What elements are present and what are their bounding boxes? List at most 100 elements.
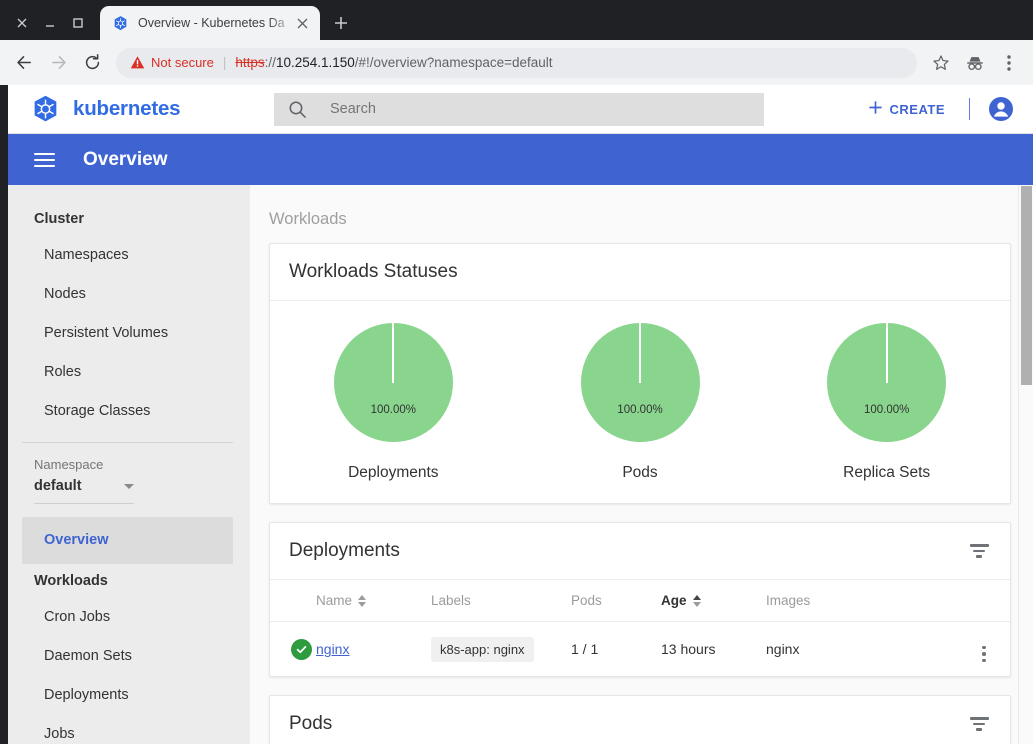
- pie-chart-pods[interactable]: 100.00% Pods: [517, 323, 764, 482]
- new-tab-button[interactable]: [326, 8, 356, 38]
- workloads-statuses-card-header: Workloads Statuses: [270, 244, 1010, 301]
- table-header: Name Labels Pods Age Images: [270, 580, 1010, 622]
- th-labels-label: Labels: [431, 593, 471, 608]
- status-ok-icon: [291, 638, 312, 660]
- th-menu: [958, 580, 1010, 622]
- sidebar-item-persistent-volumes[interactable]: Persistent Volumes: [8, 314, 250, 353]
- namespace-select[interactable]: default: [34, 478, 134, 505]
- th-pods: Pods: [571, 580, 661, 622]
- chevron-down-icon: [124, 483, 134, 489]
- pie-graphic: 100.00%: [580, 323, 700, 442]
- page-viewport: kubernetes CREATE: [8, 85, 1033, 744]
- search-input[interactable]: [330, 101, 750, 117]
- browser-toolbar: Not secure | https://10.254.1.150/#!/ove…: [0, 40, 1033, 85]
- sidebar-item-deployments[interactable]: Deployments: [8, 676, 250, 715]
- deployments-table: Name Labels Pods Age Images nginx k8s-ap…: [270, 580, 1010, 676]
- cell-pods: 1 / 1: [571, 641, 599, 657]
- workloads-statuses-charts: 100.00% Deployments 100.00% Pods 100.00%…: [270, 301, 1010, 503]
- cell-age: 13 hours: [661, 641, 716, 657]
- namespace-label: Namespace: [34, 457, 104, 473]
- sidebar-item-storage-classes[interactable]: Storage Classes: [8, 392, 250, 431]
- window-close-button[interactable]: [8, 8, 36, 38]
- sidebar-group-workloads: Workloads: [34, 573, 108, 590]
- th-age-label: Age: [661, 593, 687, 608]
- pie-chart-replica-sets[interactable]: 100.00% Replica Sets: [763, 323, 1010, 482]
- pods-card: Pods: [269, 695, 1011, 744]
- tab-close-icon[interactable]: [292, 13, 312, 33]
- pie-title: Replica Sets: [843, 464, 931, 481]
- star-icon[interactable]: [925, 47, 957, 79]
- sidebar-item-daemon-sets[interactable]: Daemon Sets: [8, 637, 250, 676]
- cell-labels: k8s-app: nginx: [431, 622, 571, 677]
- url-path: /#!/overview?namespace=default: [354, 55, 553, 70]
- sort-arrows-icon: [692, 594, 701, 607]
- filter-icon[interactable]: [968, 544, 990, 558]
- app-toolbar: Overview: [8, 134, 1033, 185]
- label-chip[interactable]: k8s-app: nginx: [431, 636, 534, 662]
- page-scrollbar-thumb[interactable]: [1021, 186, 1032, 385]
- cell-name: nginx: [316, 622, 431, 677]
- sort-arrows-icon: [358, 594, 367, 607]
- th-pods-label: Pods: [571, 593, 602, 608]
- pie-title: Pods: [622, 464, 658, 481]
- not-secure-warning-icon: [130, 55, 145, 70]
- three-dot-menu-icon[interactable]: [993, 47, 1025, 79]
- brand-name: kubernetes: [73, 97, 181, 120]
- pie-title: Deployments: [348, 464, 439, 481]
- create-button[interactable]: CREATE: [860, 96, 953, 122]
- page-scrollbar[interactable]: [1018, 185, 1033, 744]
- pie-percentage-label: 100.00%: [617, 403, 663, 416]
- window-controls: [0, 6, 96, 40]
- tab-title: Overview - Kubernetes Da: [138, 16, 285, 30]
- incognito-icon[interactable]: [959, 47, 991, 79]
- url-scheme-suffix: ://: [264, 55, 276, 70]
- hamburger-menu-icon[interactable]: [34, 152, 55, 167]
- url-scheme: https: [235, 55, 265, 70]
- pie-chart-deployments[interactable]: 100.00% Deployments: [270, 323, 517, 482]
- kebab-menu-icon[interactable]: [982, 645, 986, 662]
- back-icon[interactable]: [8, 47, 40, 79]
- deployments-card: Deployments Name Labels Pods Age Images …: [269, 522, 1011, 677]
- address-bar[interactable]: Not secure | https://10.254.1.150/#!/ove…: [116, 47, 917, 78]
- sidebar-item-nodes[interactable]: Nodes: [8, 275, 250, 314]
- table-header-row: Name Labels Pods Age Images: [270, 580, 1010, 622]
- sidebar-item-overview[interactable]: Overview: [22, 517, 233, 565]
- card-title: Deployments: [289, 540, 400, 561]
- pie-graphic: 100.00%: [333, 323, 453, 442]
- deployment-name-link[interactable]: nginx: [316, 641, 349, 657]
- sidebar-item-roles[interactable]: Roles: [8, 353, 250, 392]
- app-header: kubernetes CREATE: [8, 85, 1033, 134]
- th-age[interactable]: Age: [661, 580, 766, 622]
- url-text: https://10.254.1.150/#!/overview?namespa…: [235, 55, 552, 70]
- window-maximize-button[interactable]: [64, 8, 92, 38]
- th-images-label: Images: [766, 593, 811, 608]
- sidebar-item-namespaces[interactable]: Namespaces: [8, 236, 250, 275]
- toolbar-actions: [925, 47, 1025, 79]
- table-row[interactable]: nginx k8s-app: nginx 1 / 1 13 hours ngin…: [270, 622, 1010, 677]
- sidebar-group-cluster: Cluster: [34, 211, 84, 227]
- search-bar[interactable]: [274, 92, 764, 126]
- th-name[interactable]: Name: [316, 580, 431, 622]
- th-images: Images: [766, 580, 958, 622]
- page-title: Overview: [83, 148, 168, 170]
- window-minimize-button[interactable]: [36, 8, 64, 38]
- pie-start-line: [392, 323, 395, 383]
- header-divider: [969, 98, 970, 120]
- deployments-card-header: Deployments: [270, 523, 1010, 580]
- account-icon[interactable]: [988, 96, 1014, 122]
- filter-icon[interactable]: [968, 717, 990, 731]
- sidebar-item-cron-jobs[interactable]: Cron Jobs: [8, 598, 250, 637]
- browser-tab[interactable]: Overview - Kubernetes Da: [100, 6, 320, 40]
- brand[interactable]: kubernetes: [8, 94, 274, 125]
- forward-icon[interactable]: [42, 47, 74, 79]
- reload-icon[interactable]: [76, 47, 108, 79]
- pie-percentage-label: 100.00%: [370, 403, 417, 416]
- sidebar-item-jobs[interactable]: Jobs: [8, 715, 250, 744]
- create-button-label: CREATE: [889, 101, 945, 117]
- namespace-value: default: [34, 478, 82, 495]
- section-title: Workloads: [269, 210, 347, 228]
- th-labels: Labels: [431, 580, 571, 622]
- sidebar: Cluster Namespaces Nodes Persistent Volu…: [8, 185, 250, 744]
- cell-menu: [958, 622, 1010, 677]
